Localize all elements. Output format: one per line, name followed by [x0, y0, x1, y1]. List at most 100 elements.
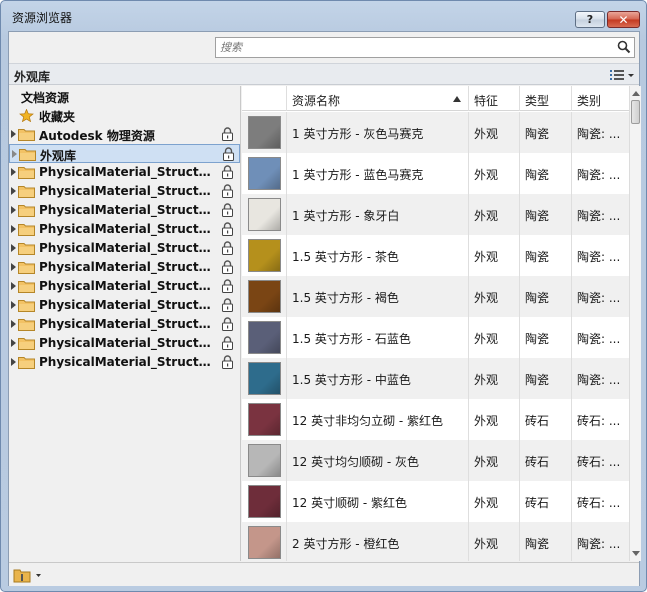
lock-icon — [222, 184, 233, 198]
column-header-feature-label: 特征 — [474, 94, 499, 108]
asset-cell-type: 砖石 — [519, 399, 571, 440]
asset-cell-feature: 外观 — [468, 481, 519, 522]
folder-icon — [18, 167, 35, 179]
asset-row[interactable]: 1 英寸方形 - 灰色马赛克 外观 陶瓷 陶瓷: ... — [242, 112, 630, 153]
asset-cell-type: 陶瓷 — [519, 522, 571, 561]
tree-item[interactable]: 收藏夹 — [9, 106, 240, 125]
asset-row[interactable]: 2 英寸方形 - 橙红色 外观 陶瓷 陶瓷: ... — [242, 522, 630, 561]
column-header-name[interactable]: 资源名称 — [286, 86, 468, 111]
library-menu-icon[interactable] — [13, 566, 41, 583]
folder-icon — [18, 319, 35, 331]
expand-arrow-icon[interactable] — [11, 130, 16, 138]
asset-cell-name: 12 英寸均匀顺砌 - 灰色 — [286, 440, 468, 481]
close-icon: ✕ — [618, 12, 629, 27]
material-swatch — [248, 239, 281, 272]
asset-cell-category: 砖石: ... — [571, 399, 630, 440]
help-button[interactable]: ? — [575, 11, 605, 28]
column-header-feature[interactable]: 特征 — [468, 86, 519, 111]
folder-icon — [18, 357, 35, 369]
expand-arrow-icon[interactable] — [11, 301, 16, 309]
title-bar[interactable]: 资源浏览器 ? ✕ — [1, 1, 646, 31]
asset-row[interactable]: 12 英寸非均匀立砌 - 紫红色 外观 砖石 砖石: ... — [242, 399, 630, 440]
tree-item-label: PhysicalMaterial_Structural... — [39, 336, 217, 350]
tree-item[interactable]: 外观库 — [9, 144, 240, 163]
folder-icon — [18, 262, 35, 274]
asset-list: 资源名称 特征 类型 类别 1 英寸方形 - 灰色马赛克 外观 陶瓷 陶瓷: ... 1… — [242, 86, 639, 561]
close-button[interactable]: ✕ — [607, 11, 640, 28]
tree-item-label: PhysicalMaterial_Structural... — [39, 241, 217, 255]
expand-arrow-icon[interactable] — [11, 244, 16, 252]
tree-item[interactable]: PhysicalMaterial_Structural... — [9, 163, 240, 182]
column-header-type[interactable]: 类型 — [519, 86, 571, 111]
expand-arrow-icon[interactable] — [11, 263, 16, 271]
asset-cell-name: 12 英寸顺砌 - 紫红色 — [286, 481, 468, 522]
asset-row[interactable]: 12 英寸均匀顺砌 - 灰色 外观 砖石 砖石: ... — [242, 440, 630, 481]
material-swatch — [248, 116, 281, 149]
asset-cell-category: 陶瓷: ... — [571, 317, 630, 358]
asset-cell-name: 1 英寸方形 - 象牙白 — [286, 194, 468, 235]
folder-icon — [19, 149, 36, 161]
expand-arrow-icon[interactable] — [11, 206, 16, 214]
asset-row[interactable]: 1.5 英寸方形 - 茶色 外观 陶瓷 陶瓷: ... — [242, 235, 630, 276]
tree-item-label: 外观库 — [40, 149, 77, 163]
search-input[interactable] — [220, 39, 610, 56]
asset-row[interactable]: 1.5 英寸方形 - 中蓝色 外观 陶瓷 陶瓷: ... — [242, 358, 630, 399]
asset-cell-category: 砖石: ... — [571, 440, 630, 481]
lock-icon — [222, 298, 233, 312]
scrollbar-thumb[interactable] — [631, 100, 640, 124]
asset-row[interactable]: 12 英寸顺砌 - 紫红色 外观 砖石 砖石: ... — [242, 481, 630, 522]
asset-cell-category: 陶瓷: ... — [571, 276, 630, 317]
tree-item[interactable]: PhysicalMaterial_Structural... — [9, 315, 240, 334]
folder-icon — [18, 186, 35, 198]
expand-arrow-icon[interactable] — [11, 282, 16, 290]
expand-arrow-icon[interactable] — [11, 168, 16, 176]
tree-item[interactable]: PhysicalMaterial_Structural... — [9, 258, 240, 277]
expand-arrow-icon[interactable] — [11, 358, 16, 366]
search-icon[interactable] — [617, 40, 631, 54]
folder-icon — [18, 281, 35, 293]
column-header-category[interactable]: 类别 — [571, 86, 630, 111]
tree-item[interactable]: PhysicalMaterial_Structural... — [9, 182, 240, 201]
tree-item-label: PhysicalMaterial_Structural... — [39, 184, 217, 198]
asset-cell-feature: 外观 — [468, 358, 519, 399]
asset-cell-type: 陶瓷 — [519, 358, 571, 399]
tree-item-label: 文档资源 — [21, 91, 70, 105]
expand-arrow-icon[interactable] — [11, 339, 16, 347]
asset-row[interactable]: 1 英寸方形 - 蓝色马赛克 外观 陶瓷 陶瓷: ... — [242, 153, 630, 194]
asset-cell-type: 陶瓷 — [519, 153, 571, 194]
vertical-scrollbar[interactable] — [629, 86, 641, 561]
asset-cell-name: 1.5 英寸方形 - 中蓝色 — [286, 358, 468, 399]
library-tree[interactable]: 文档资源 收藏夹 Autodesk 物理资源 外观库 PhysicalMaterial_… — [9, 86, 241, 561]
tree-item[interactable]: 文档资源 — [9, 87, 240, 106]
tree-item[interactable]: Autodesk 物理资源 — [9, 125, 240, 144]
asset-row[interactable]: 1.5 英寸方形 - 褐色 外观 陶瓷 陶瓷: ... — [242, 276, 630, 317]
tree-item[interactable]: PhysicalMaterial_Structural... — [9, 334, 240, 353]
asset-cell-category: 陶瓷: ... — [571, 358, 630, 399]
expand-arrow-icon[interactable] — [11, 320, 16, 328]
window-title: 资源浏览器 — [12, 11, 73, 25]
asset-row[interactable]: 1.5 英寸方形 - 石蓝色 外观 陶瓷 陶瓷: ... — [242, 317, 630, 358]
asset-cell-category: 陶瓷: ... — [571, 235, 630, 276]
scroll-down-icon[interactable] — [632, 551, 640, 556]
tree-item-label: PhysicalMaterial_Structural... — [39, 355, 217, 369]
expand-arrow-icon[interactable] — [11, 187, 16, 195]
tree-item[interactable]: PhysicalMaterial_Structural... — [9, 239, 240, 258]
tree-item[interactable]: PhysicalMaterial_Structural... — [9, 201, 240, 220]
asset-cell-name: 2 英寸方形 - 橙红色 — [286, 522, 468, 561]
asset-row[interactable]: 1 英寸方形 - 象牙白 外观 陶瓷 陶瓷: ... — [242, 194, 630, 235]
search-box[interactable] — [215, 37, 635, 58]
asset-cell-category: 陶瓷: ... — [571, 112, 630, 153]
tree-item[interactable]: PhysicalMaterial_Structural... — [9, 220, 240, 239]
tree-item[interactable]: PhysicalMaterial_Structural... — [9, 277, 240, 296]
lock-icon — [222, 260, 233, 274]
asset-cell-feature: 外观 — [468, 317, 519, 358]
scroll-up-icon[interactable] — [632, 91, 640, 96]
list-view-options-icon[interactable] — [609, 68, 635, 82]
tree-item[interactable]: PhysicalMaterial_Structural... — [9, 353, 240, 372]
material-swatch — [248, 280, 281, 313]
library-header-label: 外观库 — [14, 70, 51, 84]
asset-cell-feature: 外观 — [468, 522, 519, 561]
expand-arrow-icon[interactable] — [12, 150, 17, 158]
tree-item[interactable]: PhysicalMaterial_Structural... — [9, 296, 240, 315]
expand-arrow-icon[interactable] — [11, 225, 16, 233]
